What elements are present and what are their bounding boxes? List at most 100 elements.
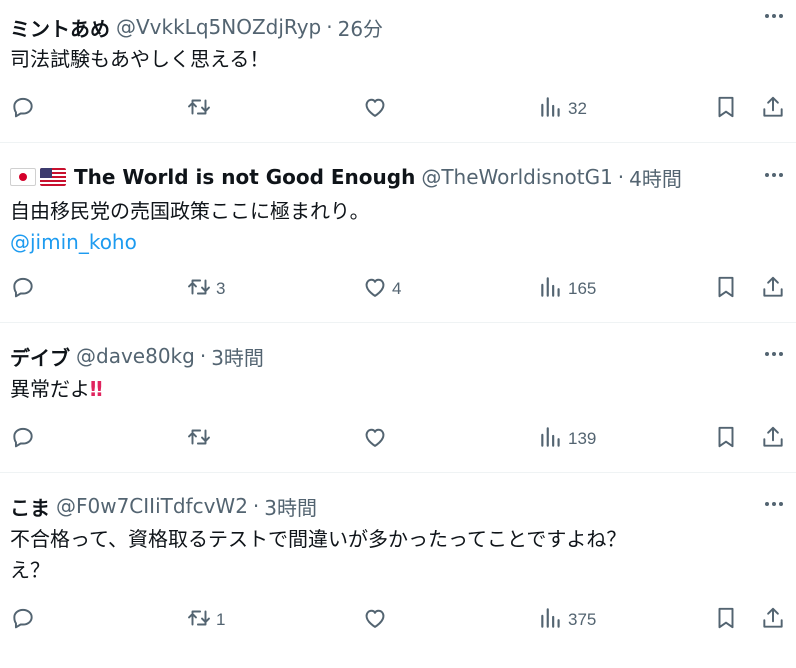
action-bar: 1 375 [0,605,796,635]
separator-dot: · [326,15,333,39]
reply-icon [10,605,36,635]
timestamp[interactable]: 3時間 [264,492,317,521]
japan-flag-icon [10,168,36,186]
view-count: 139 [568,429,597,448]
user-handle[interactable]: @VvkkLq5NOZdjRyp [116,15,321,39]
reply-button[interactable] [10,605,40,635]
action-bar: 139 [0,424,796,454]
more-dots-icon[interactable] [762,4,786,28]
tweet-text-line: 不合格って、資格取るテストで間違いが多かったってことですよね？ [10,527,627,551]
user-handle[interactable]: @TheWorldisnotG1 [421,165,612,189]
retweet-button[interactable]: 1 [186,605,225,635]
reply-icon [10,424,36,454]
reply-icon [10,94,36,124]
retweet-button[interactable]: 3 [186,274,225,304]
mention-link[interactable]: @jimin_koho [10,227,370,258]
like-button[interactable] [362,424,392,454]
share-icon [760,605,786,635]
timestamp[interactable]: 3時間 [211,342,264,371]
user-handle[interactable]: @F0w7CIIiTdfcvW2 [56,494,248,518]
tweet-header: The World is not Good Enough @TheWorldis… [10,162,682,192]
views-button[interactable]: 139 [538,424,596,454]
share-button[interactable] [760,274,786,304]
retweet-count: 3 [216,279,226,298]
view-count: 165 [568,279,597,298]
views-button[interactable]: 165 [538,274,596,304]
flag-emoji-group [10,168,70,186]
heart-icon [362,274,388,304]
view-count: 375 [568,610,597,629]
more-dots-icon[interactable] [762,342,786,366]
tweet-text: 自由移民党の売国政策ここに極まれり。 @jimin_koho [10,196,370,258]
retweet-icon [186,94,212,124]
retweet-count: 1 [216,610,226,629]
tweet-text-line: 自由移民党の売国政策ここに極まれり。 [10,199,370,223]
heart-icon [362,424,388,454]
like-button[interactable] [362,94,392,124]
bookmark-button[interactable] [713,94,739,124]
display-name[interactable]: The World is not Good Enough [74,165,415,189]
retweet-button[interactable] [186,94,216,124]
share-icon [760,274,786,304]
tweet-text-line: 異常だよ [10,377,90,401]
share-button[interactable] [760,94,786,124]
reply-icon [10,274,36,304]
more-dots-icon[interactable] [762,163,786,187]
retweet-icon [186,605,212,635]
bookmark-button[interactable] [713,605,739,635]
timestamp[interactable]: 26分 [338,13,383,42]
like-count: 4 [392,279,402,298]
user-handle[interactable]: @dave80kg [76,344,195,368]
retweet-icon [186,274,212,304]
tweet-header: こま @F0w7CIIiTdfcvW2 · 3時間 [10,491,317,521]
tweet-text: 不合格って、資格取るテストで間違いが多かったってことですよね？ え？ [10,524,626,586]
more-dots-icon[interactable] [762,492,786,516]
tweet[interactable]: ミントあめ @VvkkLq5NOZdjRyp · 26分 司法試験もあやしく思え… [0,0,796,143]
views-bar-chart-icon [538,424,564,454]
reply-button[interactable] [10,424,40,454]
share-icon [760,94,786,124]
bookmark-button[interactable] [713,274,739,304]
views-button[interactable]: 32 [538,94,587,124]
like-button[interactable]: 4 [362,274,401,304]
tweet[interactable]: デイブ @dave80kg · 3時間 異常だよ‼ 139 [0,323,796,473]
retweet-icon [186,424,212,454]
views-bar-chart-icon [538,274,564,304]
separator-dot: · [252,494,260,518]
views-bar-chart-icon [538,94,564,124]
reply-feed: ミントあめ @VvkkLq5NOZdjRyp · 26分 司法試験もあやしく思え… [0,0,796,668]
separator-dot: · [199,344,207,368]
heart-icon [362,94,388,124]
double-exclamation-emoji: ‼ [90,377,102,401]
views-bar-chart-icon [538,605,564,635]
retweet-button[interactable] [186,424,216,454]
like-button[interactable] [362,605,392,635]
separator-dot: · [617,165,625,189]
reply-button[interactable] [10,274,40,304]
share-button[interactable] [760,605,786,635]
display-name[interactable]: ミントあめ [10,13,110,42]
display-name[interactable]: デイブ [10,342,70,371]
bookmark-icon [713,605,739,635]
action-bar: 32 [0,94,796,124]
tweet-text-line: 司法試験もあやしく思える！ [10,47,270,71]
timestamp[interactable]: 4時間 [629,163,682,192]
tweet-header: デイブ @dave80kg · 3時間 [10,341,264,371]
views-button[interactable]: 375 [538,605,596,635]
bookmark-icon [713,424,739,454]
reply-button[interactable] [10,94,40,124]
tweet-text: 司法試験もあやしく思える！ [10,44,269,75]
view-count: 32 [568,99,587,118]
share-button[interactable] [760,424,786,454]
tweet-text-line: え？ [10,558,50,582]
bookmark-icon [713,94,739,124]
display-name[interactable]: こま [10,492,50,521]
tweet[interactable]: こま @F0w7CIIiTdfcvW2 · 3時間 不合格って、資格取るテストで… [0,473,796,668]
bookmark-button[interactable] [713,424,739,454]
action-bar: 3 4 165 [0,274,796,304]
share-icon [760,424,786,454]
tweet-text: 異常だよ‼ [10,374,102,405]
tweet-header: ミントあめ @VvkkLq5NOZdjRyp · 26分 [10,12,383,42]
heart-icon [362,605,388,635]
tweet[interactable]: The World is not Good Enough @TheWorldis… [0,143,796,323]
